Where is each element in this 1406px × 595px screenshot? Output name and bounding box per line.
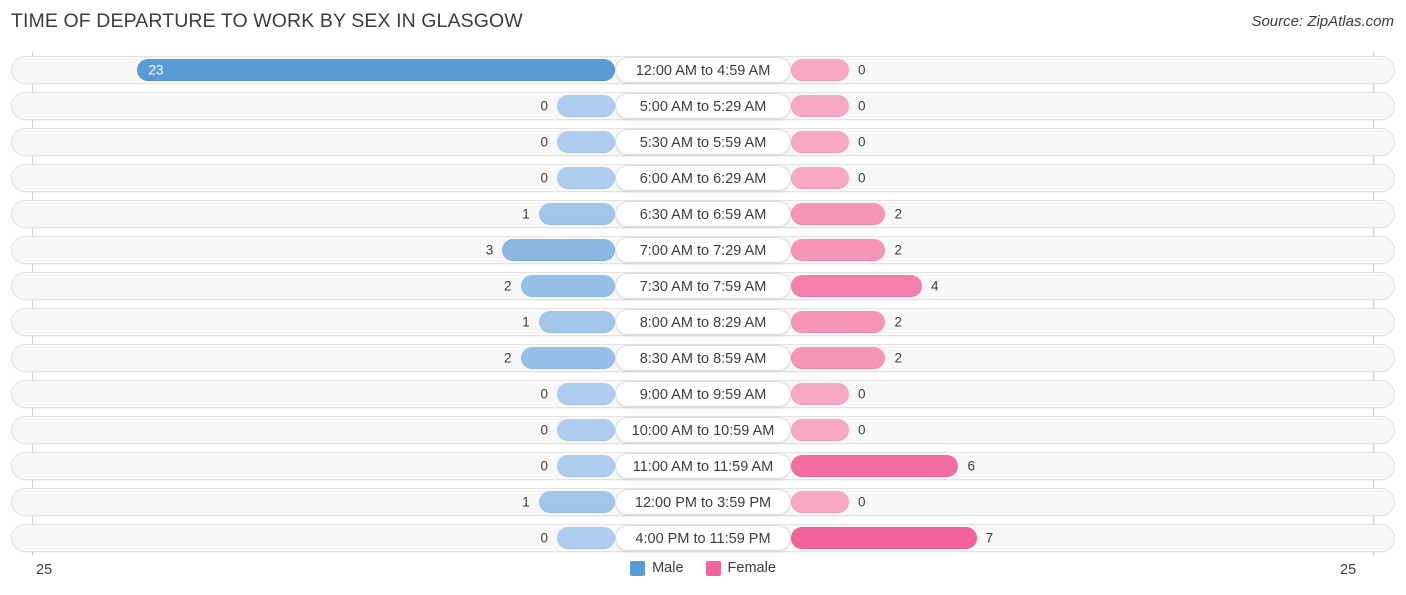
bar-female[interactable] [791,419,849,441]
chart-row[interactable]: 0 7 4:00 PM to 11:59 PM [11,524,1395,552]
category-label: 9:00 AM to 9:59 AM [615,381,791,407]
bar-female[interactable] [791,95,849,117]
category-label: 5:30 AM to 5:59 AM [615,129,791,155]
bar-male[interactable] [538,311,615,333]
chart-row[interactable]: 23 0 12:00 AM to 4:59 AM [11,56,1395,84]
legend-item-female[interactable]: Female [705,560,776,576]
chart-footer: 25 25 Male Female [0,556,1406,595]
bar-female[interactable] [791,203,886,225]
bar-value-male: 0 [540,386,548,402]
bar-value-female: 0 [858,386,866,402]
category-label: 5:00 AM to 5:29 AM [615,93,791,119]
chart-row[interactable]: 0 6 11:00 AM to 11:59 AM [11,452,1395,480]
bar-female[interactable] [791,239,886,261]
bar-female[interactable] [791,527,977,549]
chart-row[interactable]: 0 0 5:00 AM to 5:29 AM [11,92,1395,120]
bar-male[interactable] [538,491,615,513]
bar-male[interactable] [557,455,615,477]
bar-value-male: 0 [540,458,548,474]
category-label: 6:30 AM to 6:59 AM [615,201,791,227]
bar-female[interactable] [791,347,886,369]
bar-value-male: 0 [540,98,548,114]
category-label: 4:00 PM to 11:59 PM [615,525,791,551]
bar-male[interactable] [520,275,615,297]
bar-female[interactable] [791,491,849,513]
chart-row[interactable]: 0 0 10:00 AM to 10:59 AM [11,416,1395,444]
legend-swatch-male [630,560,646,576]
bar-value-male: 0 [540,134,548,150]
chart-row[interactable]: 0 0 5:30 AM to 5:59 AM [11,128,1395,156]
bar-male[interactable] [502,239,615,261]
category-label: 6:00 AM to 6:29 AM [615,165,791,191]
chart-header: TIME OF DEPARTURE TO WORK BY SEX IN GLAS… [0,0,1406,44]
bar-female[interactable] [791,383,849,405]
bar-value-male: 1 [522,314,530,330]
category-label: 7:00 AM to 7:29 AM [615,237,791,263]
chart-row[interactable]: 1 2 8:00 AM to 8:29 AM [11,308,1395,336]
category-label: 12:00 AM to 4:59 AM [615,57,791,83]
bar-value-male: 3 [485,242,494,258]
category-label: 12:00 PM to 3:59 PM [615,489,791,515]
bar-value-female: 0 [858,422,866,438]
bar-male[interactable] [557,383,615,405]
page-title: TIME OF DEPARTURE TO WORK BY SEX IN GLAS… [11,10,523,32]
category-label: 8:30 AM to 8:59 AM [615,345,791,371]
bar-value-male: 0 [540,170,548,186]
bar-value-male: 1 [522,494,530,510]
bar-value-female: 7 [985,530,994,546]
bar-value-female: 6 [967,458,975,474]
chart-row[interactable]: 0 0 9:00 AM to 9:59 AM [11,380,1395,408]
bar-female[interactable] [791,59,849,81]
bar-value-female: 0 [858,494,866,510]
legend-label-female: Female [727,560,776,576]
bar-value-female: 0 [858,170,866,186]
source-attribution: Source: ZipAtlas.com [1251,13,1394,30]
bar-female[interactable] [791,131,849,153]
chart-row[interactable]: 1 2 6:30 AM to 6:59 AM [11,200,1395,228]
chart-row[interactable]: 2 2 8:30 AM to 8:59 AM [11,344,1395,372]
bar-male[interactable]: 23 [137,59,615,81]
bar-value-female: 0 [858,98,866,114]
bar-value-male: 1 [522,206,530,222]
category-label: 10:00 AM to 10:59 AM [615,417,791,443]
chart-row[interactable]: 1 0 12:00 PM to 3:59 PM [11,488,1395,516]
bar-male[interactable] [557,131,615,153]
category-label: 7:30 AM to 7:59 AM [615,273,791,299]
bar-male[interactable] [557,419,615,441]
chart-row[interactable]: 3 2 7:00 AM to 7:29 AM [11,236,1395,264]
bar-value-male: 2 [504,350,512,366]
bar-value-female: 2 [894,242,902,258]
bar-value-male: 23 [148,62,164,78]
legend-label-male: Male [652,560,684,576]
legend-swatch-female [705,560,721,576]
category-label: 11:00 AM to 11:59 AM [615,453,791,479]
bar-value-female: 0 [858,62,866,78]
bar-female[interactable] [791,311,886,333]
bar-female[interactable] [791,167,849,189]
bar-male[interactable] [538,203,615,225]
chart-row[interactable]: 2 4 7:30 AM to 7:59 AM [11,272,1395,300]
chart-legend: Male Female [0,560,1406,576]
bar-male[interactable] [557,527,615,549]
bar-value-female: 2 [894,314,902,330]
bar-male[interactable] [520,347,615,369]
category-label: 8:00 AM to 8:29 AM [615,309,791,335]
bar-male[interactable] [557,167,615,189]
bar-male[interactable] [557,95,615,117]
legend-item-male[interactable]: Male [630,560,684,576]
chart-plot-area: 23 0 12:00 AM to 4:59 AM 0 0 5:00 AM to 5:29 … [0,52,1406,556]
bar-value-female: 4 [930,278,939,294]
chart-row[interactable]: 0 0 6:00 AM to 6:29 AM [11,164,1395,192]
bar-value-female: 2 [894,206,902,222]
bar-value-male: 0 [540,422,548,438]
bar-value-male: 0 [540,530,548,546]
bar-female[interactable] [791,455,959,477]
bar-female[interactable] [791,275,922,297]
bar-value-male: 2 [504,278,512,294]
bar-value-female: 2 [894,350,902,366]
bar-value-female: 0 [858,134,866,150]
